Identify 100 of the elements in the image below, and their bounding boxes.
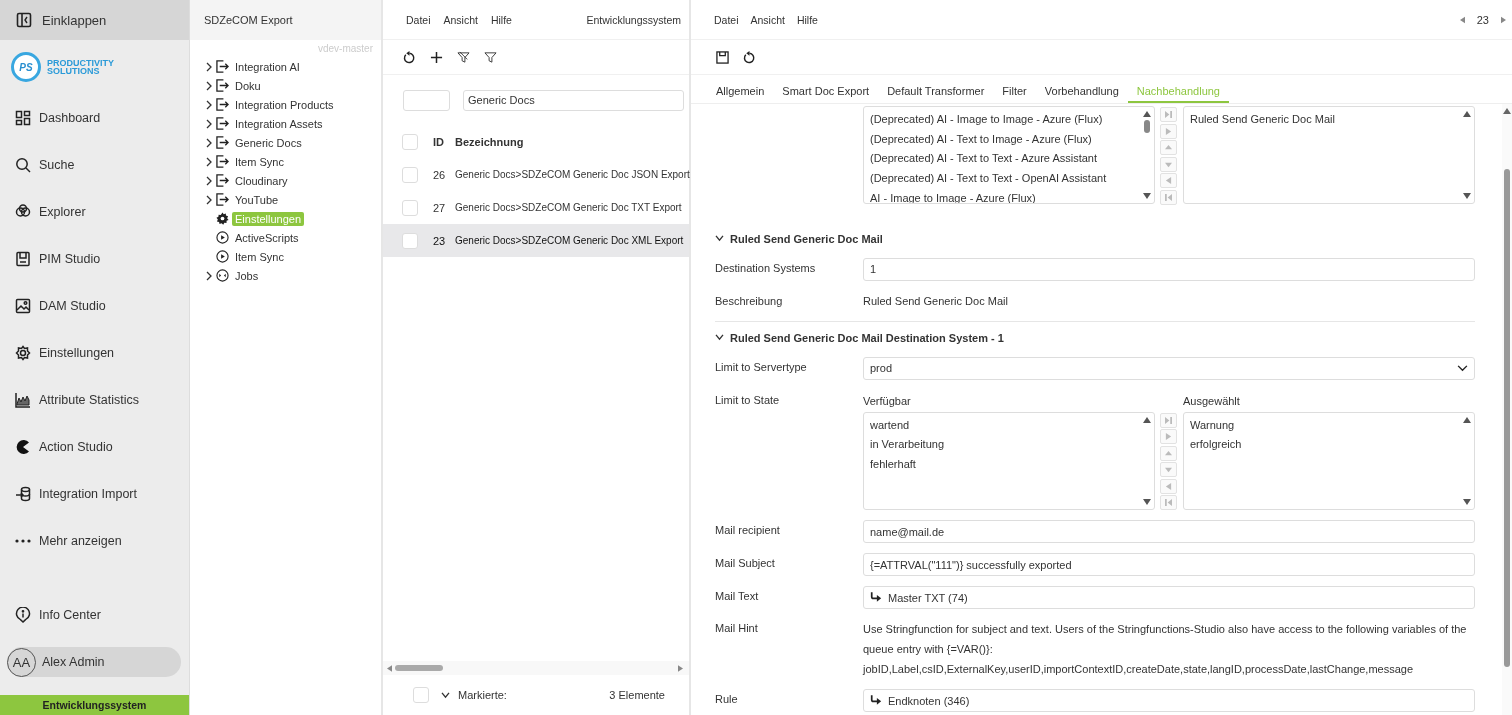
tree-item[interactable]: Integration Products (232, 97, 337, 112)
tree-item[interactable]: Item Sync (232, 249, 287, 264)
scroll-down-icon[interactable] (1143, 498, 1151, 505)
checkbox[interactable] (402, 232, 418, 249)
menu-item[interactable]: Datei (406, 13, 431, 26)
table-row[interactable]: 23 Generic Docs>SDZeCOM Generic Doc XML Export (383, 224, 689, 257)
scroll-up-icon[interactable] (1463, 416, 1471, 423)
tab[interactable]: Smart Doc Export (773, 75, 879, 103)
save-icon[interactable] (716, 50, 729, 64)
list-option[interactable]: (Deprecated) AI - Image to Image - Azure (Flux) (870, 110, 1154, 130)
nav-item[interactable]: DAM Studio (0, 282, 189, 329)
nav-item[interactable]: Explorer (0, 188, 189, 235)
name-filter-field[interactable]: Generic Docs (463, 89, 684, 111)
list-option[interactable]: wartend (870, 415, 1154, 436)
chevron-icon[interactable] (715, 334, 724, 341)
checkbox[interactable] (402, 166, 418, 183)
id-filter-field[interactable] (403, 89, 450, 111)
tree-item[interactable]: Doku (232, 78, 264, 93)
selected-list[interactable]: Ruled Send Generic Doc Mail (1183, 106, 1475, 204)
list-option[interactable]: erfolgreich (1190, 435, 1474, 455)
list-option[interactable]: (Deprecated) AI - Text to Image - Azure (Flux) (870, 129, 1154, 150)
filter-clear-icon[interactable] (457, 50, 470, 64)
scroll-down-icon[interactable] (1463, 498, 1471, 505)
chevron-icon[interactable] (205, 137, 213, 148)
link-field[interactable]: Endknoten (346) (863, 689, 1475, 712)
next-icon[interactable] (1501, 15, 1506, 24)
chevron-icon[interactable] (205, 175, 213, 186)
list-option[interactable]: (Deprecated) AI - Text to Text - OpenAI Assistant (870, 169, 1154, 189)
tree-item[interactable]: Integration Assets (232, 116, 326, 131)
user-button[interactable]: AA Alex Admin (7, 647, 181, 677)
nav-item[interactable]: PIM Studio (0, 235, 189, 282)
tree-item[interactable]: ActiveScripts (232, 230, 302, 245)
vertical-scrollbar[interactable] (1502, 104, 1512, 715)
menu-item[interactable]: Ansicht (750, 13, 785, 26)
nav-item[interactable]: Mehr anzeigen (0, 517, 189, 564)
column-header[interactable]: Bezeichnung (455, 135, 524, 148)
servertype-dropdown[interactable]: prod (863, 356, 1475, 380)
input-field[interactable]: name@mail.de (863, 520, 1475, 543)
checkbox[interactable] (402, 199, 418, 216)
refresh-icon[interactable] (743, 50, 756, 64)
scroll-up-icon[interactable] (1143, 416, 1151, 423)
section-title[interactable]: Ruled Send Generic Doc Mail Destination System - 1 (730, 331, 1004, 344)
nav-item[interactable]: Integration Import (0, 470, 189, 517)
info-center-item[interactable]: Info Center (0, 591, 189, 638)
list-option[interactable]: fehlerhaft (870, 454, 1154, 475)
section-title[interactable]: Ruled Send Generic Doc Mail (730, 232, 883, 245)
available-list[interactable]: wartend in Verarbeitung fehlerhaft (863, 411, 1155, 510)
tree-item[interactable]: Item Sync (232, 154, 287, 169)
nav-item[interactable]: Einstellungen (0, 329, 189, 376)
chevron-icon[interactable] (441, 691, 450, 699)
refresh-icon[interactable] (403, 50, 416, 64)
menu-item[interactable]: Ansicht (443, 13, 478, 26)
tree-item[interactable]: Integration AI (232, 59, 303, 74)
nav-item[interactable]: Action Studio (0, 423, 189, 470)
list-option[interactable]: Warnung (1190, 415, 1474, 436)
list-option[interactable]: Ruled Send Generic Doc Mail (1190, 110, 1474, 130)
scroll-up-icon[interactable] (1463, 111, 1471, 117)
scroll-up-icon[interactable] (1143, 111, 1151, 117)
nav-item[interactable]: Dashboard (0, 94, 189, 141)
menu-item[interactable]: Datei (714, 13, 739, 26)
tab[interactable]: Allgemein (707, 75, 774, 103)
column-header[interactable]: ID (433, 135, 455, 148)
nav-item[interactable]: Suche (0, 141, 189, 188)
menu-item[interactable]: Hilfe (796, 13, 818, 26)
input-field[interactable]: {=ATTRVAL("111")} successfully exported (863, 553, 1475, 576)
tree-item[interactable]: YouTube (232, 192, 282, 207)
nav-item[interactable]: Attribute Statistics (0, 376, 189, 423)
previous-icon[interactable] (1459, 15, 1465, 24)
scroll-down-icon[interactable] (1463, 193, 1471, 199)
checkbox[interactable] (402, 133, 418, 150)
tab[interactable]: Default Transformer (878, 75, 994, 103)
list-option[interactable]: in Verarbeitung (870, 435, 1154, 455)
filter-icon[interactable] (484, 50, 497, 64)
tree-item[interactable]: Jobs (232, 268, 262, 283)
chevron-icon[interactable] (205, 194, 213, 205)
selected-list[interactable]: Warnung erfolgreich (1183, 411, 1475, 510)
checkbox[interactable] (413, 687, 429, 703)
collapse-button[interactable]: Einklappen (0, 0, 189, 40)
chevron-icon[interactable] (205, 118, 213, 129)
scroll-left-icon[interactable] (387, 664, 392, 672)
chevron-icon[interactable] (205, 270, 213, 281)
menu-item[interactable]: Hilfe (490, 13, 512, 26)
tree-item[interactable]: Generic Docs (232, 135, 305, 150)
tab[interactable]: Filter (993, 75, 1036, 103)
scroll-right-icon[interactable] (678, 664, 683, 672)
chevron-icon[interactable] (205, 156, 213, 167)
available-list[interactable] (863, 106, 1155, 204)
table-row[interactable]: 26 Generic Docs>SDZeCOM Generic Doc JSON Export (383, 158, 689, 191)
add-icon[interactable] (430, 50, 443, 64)
chevron-icon[interactable] (205, 80, 213, 91)
scroll-thumb[interactable] (1144, 120, 1150, 133)
chevron-icon[interactable] (205, 61, 213, 72)
list-option[interactable]: (Deprecated) AI - Text to Text - Azure Assistant (870, 149, 1154, 170)
scroll-up-icon[interactable] (1503, 108, 1511, 114)
tree-item[interactable]: Cloudinary (232, 173, 291, 188)
input-field[interactable]: 1 (863, 257, 1475, 281)
horizontal-scrollbar[interactable] (383, 661, 689, 675)
chevron-icon[interactable] (715, 235, 724, 242)
chevron-icon[interactable] (205, 99, 213, 110)
table-row[interactable]: 27 Generic Docs>SDZeCOM Generic Doc TXT Export (383, 191, 689, 224)
